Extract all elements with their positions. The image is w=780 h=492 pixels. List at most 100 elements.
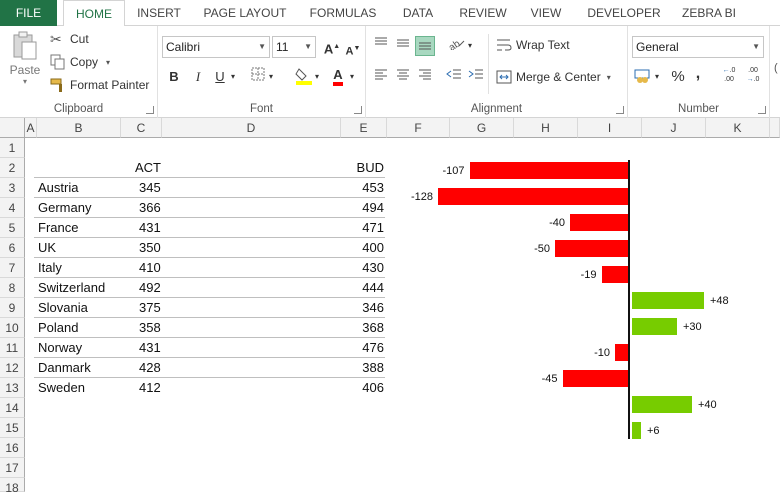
grow-font-button[interactable]: A▲ [322,37,342,57]
row-header[interactable]: 17 [0,458,25,478]
cut-button[interactable]: ✂ Cut [50,31,89,47]
row-header[interactable]: 6 [0,238,25,258]
column-header-j[interactable]: J [642,118,706,138]
chevron-down-icon[interactable]: ▾ [347,67,357,87]
row-header[interactable]: 9 [0,298,25,318]
orientation-button[interactable]: ab [446,36,466,56]
country-cell[interactable]: UK [38,238,56,258]
tab-file[interactable]: FILE [0,0,57,26]
tab-zebra-bi[interactable]: ZEBRA BI [672,0,746,26]
fill-color-button[interactable] [294,65,314,85]
column-header-l[interactable] [770,118,780,138]
positive-variance-bar[interactable] [632,396,692,413]
country-cell[interactable]: Slovania [38,298,88,318]
align-right-button[interactable] [415,67,435,87]
tab-data[interactable]: DATA [393,0,443,26]
bud-cell[interactable]: 406 [341,378,384,398]
row-header[interactable]: 10 [0,318,25,338]
negative-variance-bar[interactable] [601,266,630,283]
country-cell[interactable]: Sweden [38,378,85,398]
act-cell[interactable]: 350 [139,238,161,258]
align-left-button[interactable] [371,67,391,87]
row-header[interactable]: 3 [0,178,25,198]
country-cell[interactable]: Norway [38,338,82,358]
act-cell[interactable]: 410 [139,258,161,278]
act-cell[interactable]: 492 [139,278,161,298]
tab-home[interactable]: HOME [63,0,125,27]
row-header[interactable]: 4 [0,198,25,218]
act-cell[interactable]: 412 [139,378,161,398]
copy-button[interactable]: Copy ▾ [50,54,110,70]
bud-cell[interactable]: 471 [341,218,384,238]
decrease-decimal-button[interactable]: .00 →.0 [742,66,764,86]
column-header-i[interactable]: I [578,118,642,138]
chevron-down-icon[interactable]: ▾ [652,67,662,87]
column-header-h[interactable]: H [514,118,578,138]
chevron-down-icon[interactable]: ▾ [607,73,611,82]
font-size-select[interactable]: 11 ▼ [272,36,316,58]
row-header[interactable]: 18 [0,478,25,492]
column-header-a[interactable]: A [25,118,37,138]
column-header-f[interactable]: F [387,118,450,138]
chevron-down-icon[interactable]: ▾ [465,36,475,56]
tab-formulas[interactable]: FORMULAS [303,0,383,26]
negative-variance-bar[interactable] [562,370,630,387]
chevron-down-icon[interactable]: ▾ [312,67,322,87]
tab-developer[interactable]: DEVELOPER [578,0,670,26]
bud-cell[interactable]: 476 [341,338,384,358]
bud-cell[interactable]: 400 [341,238,384,258]
wrap-text-button[interactable]: Wrap Text [496,37,570,53]
dialog-launcher-icon[interactable] [758,106,766,114]
tab-page-layout[interactable]: PAGE LAYOUT [196,0,294,26]
country-cell[interactable]: Austria [38,178,78,198]
dialog-launcher-icon[interactable] [146,106,154,114]
act-cell[interactable]: 428 [139,358,161,378]
bud-cell[interactable]: 368 [341,318,384,338]
format-painter-button[interactable]: Format Painter [50,77,149,93]
act-cell[interactable]: 366 [139,198,161,218]
font-color-button[interactable]: A [328,65,348,86]
tab-review[interactable]: REVIEW [453,0,513,26]
underline-button[interactable]: U [210,67,230,87]
country-cell[interactable]: Germany [38,198,91,218]
chevron-down-icon[interactable]: ▾ [228,67,238,87]
bud-cell[interactable]: 346 [341,298,384,318]
conditional-formatting-icon[interactable]: ( [774,62,778,74]
bud-cell[interactable]: 388 [341,358,384,378]
country-cell[interactable]: Danmark [38,358,91,378]
tab-insert[interactable]: INSERT [131,0,187,26]
italic-button[interactable]: I [188,67,208,87]
negative-variance-bar[interactable] [469,162,630,179]
font-name-select[interactable]: Calibri ▼ [162,36,270,58]
row-header[interactable]: 8 [0,278,25,298]
column-header-c[interactable]: C [121,118,162,138]
bud-cell[interactable]: 453 [341,178,384,198]
row-header[interactable]: 2 [0,158,25,178]
select-all-corner[interactable] [0,118,25,138]
act-column-header[interactable]: ACT [135,158,161,178]
increase-indent-button[interactable] [466,67,486,87]
shrink-font-button[interactable]: A▼ [343,39,363,59]
row-header[interactable]: 12 [0,358,25,378]
bud-column-header[interactable]: BUD [341,158,384,178]
comma-style-button[interactable]: , [688,64,708,84]
align-center-button[interactable] [393,67,413,87]
row-header[interactable]: 16 [0,438,25,458]
act-cell[interactable]: 358 [139,318,161,338]
row-header[interactable]: 13 [0,378,25,398]
positive-variance-bar[interactable] [632,292,704,309]
negative-variance-bar[interactable] [438,188,630,205]
country-cell[interactable]: Switzerland [38,278,105,298]
row-header[interactable]: 11 [0,338,25,358]
act-cell[interactable]: 431 [139,338,161,358]
align-top-button[interactable] [371,36,391,56]
column-header-b[interactable]: B [37,118,121,138]
dialog-launcher-icon[interactable] [616,106,624,114]
row-header[interactable]: 1 [0,138,25,158]
row-header[interactable]: 14 [0,398,25,418]
negative-variance-bar[interactable] [570,214,630,231]
align-middle-button[interactable] [393,36,413,56]
percent-style-button[interactable]: % [668,67,688,87]
act-cell[interactable]: 345 [139,178,161,198]
chevron-down-icon[interactable]: ▾ [266,67,276,87]
